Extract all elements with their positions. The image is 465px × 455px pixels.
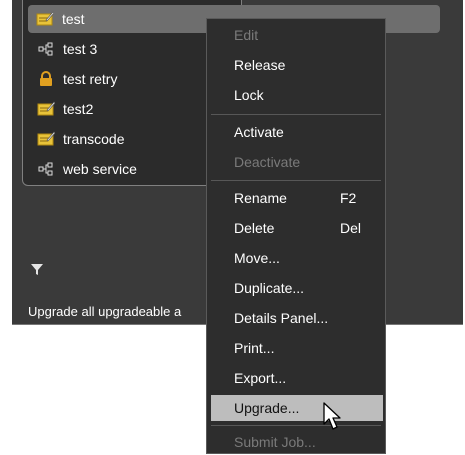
menu-item-submit-job[interactable]: Submit Job... <box>207 429 385 455</box>
context-menu: Edit Release Lock Activate Deactivate Re… <box>206 18 386 454</box>
lock-icon <box>37 70 55 88</box>
menu-item-activate[interactable]: Activate <box>207 119 385 145</box>
menu-item-move[interactable]: Move... <box>207 245 385 271</box>
menu-item-print[interactable]: Print... <box>207 335 385 361</box>
list-item-label: test2 <box>63 101 94 117</box>
edit-note-icon <box>36 10 54 28</box>
menu-separator <box>211 425 381 426</box>
shortcut-label: F2 <box>340 190 357 206</box>
edit-note-icon <box>37 100 55 118</box>
menu-separator <box>211 180 381 181</box>
list-item-label: test retry <box>63 71 118 87</box>
menu-item-deactivate[interactable]: Deactivate <box>207 149 385 175</box>
edit-note-icon <box>37 130 55 148</box>
filter-icon[interactable] <box>30 262 44 276</box>
menu-item-duplicate[interactable]: Duplicate... <box>207 275 385 301</box>
list-item-label: web service <box>63 161 137 177</box>
workflow-icon <box>37 40 55 58</box>
list-item-label: transcode <box>63 131 125 147</box>
menu-item-release[interactable]: Release <box>207 52 385 78</box>
menu-item-details-panel[interactable]: Details Panel... <box>207 305 385 331</box>
list-item-label: test 3 <box>63 41 98 57</box>
menu-item-export[interactable]: Export... <box>207 365 385 391</box>
list-item-label: test <box>62 11 85 27</box>
shortcut-label: Del <box>340 220 362 236</box>
mouse-pointer-icon <box>323 402 345 432</box>
workflow-icon <box>37 160 55 178</box>
menu-item-edit[interactable]: Edit <box>207 22 385 48</box>
status-text: Upgrade all upgradeable a <box>28 304 182 319</box>
menu-item-lock[interactable]: Lock <box>207 82 385 108</box>
menu-item-rename[interactable]: Rename F2 <box>207 185 385 211</box>
menu-item-delete[interactable]: Delete Del <box>207 215 385 241</box>
menu-item-upgrade[interactable]: Upgrade... <box>211 395 383 421</box>
menu-separator <box>211 114 381 115</box>
